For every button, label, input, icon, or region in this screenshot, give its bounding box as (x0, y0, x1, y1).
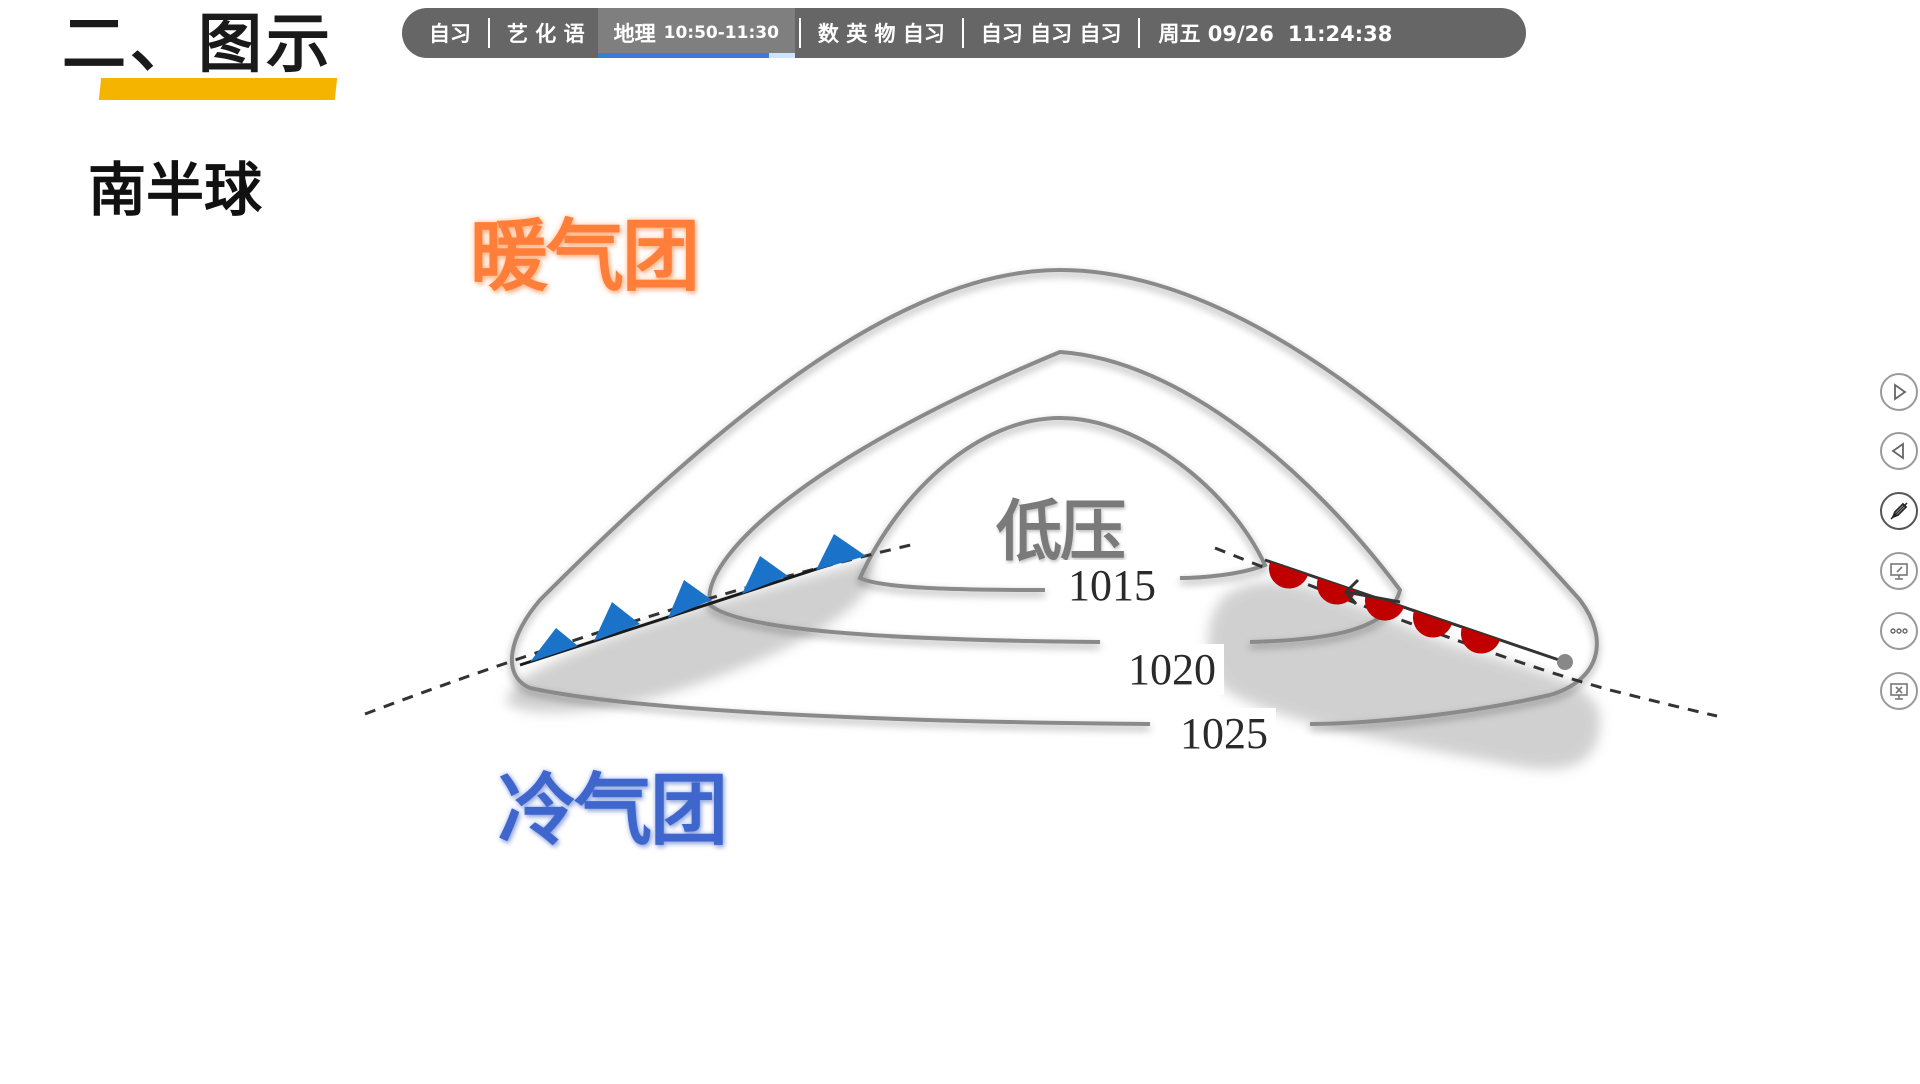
play-previous-icon[interactable] (1880, 432, 1918, 470)
isobar-label-1020: 1020 (1120, 644, 1224, 695)
play-next-icon[interactable] (1880, 373, 1918, 411)
diagram-canvas (364, 267, 1718, 770)
cyclone-front-diagram: 暖气团 冷气团 低压 1015 1020 1025 (0, 0, 1920, 1080)
more-icon[interactable] (1880, 612, 1918, 650)
air-mass-shading (505, 560, 1600, 770)
pen-icon[interactable] (1880, 492, 1918, 530)
isobar-label-1015: 1015 (1060, 560, 1164, 611)
slide-title: 二、图示 (62, 8, 334, 82)
front-endpoint-dot (1557, 654, 1573, 670)
screen-annotate-icon[interactable] (1880, 552, 1918, 590)
isobar-label-1025: 1025 (1172, 708, 1276, 759)
cold-air-mass-label: 冷气团 (498, 766, 728, 856)
warm-air-mass-label: 暖气团 (470, 212, 700, 302)
exit-slideshow-icon[interactable] (1880, 672, 1918, 710)
